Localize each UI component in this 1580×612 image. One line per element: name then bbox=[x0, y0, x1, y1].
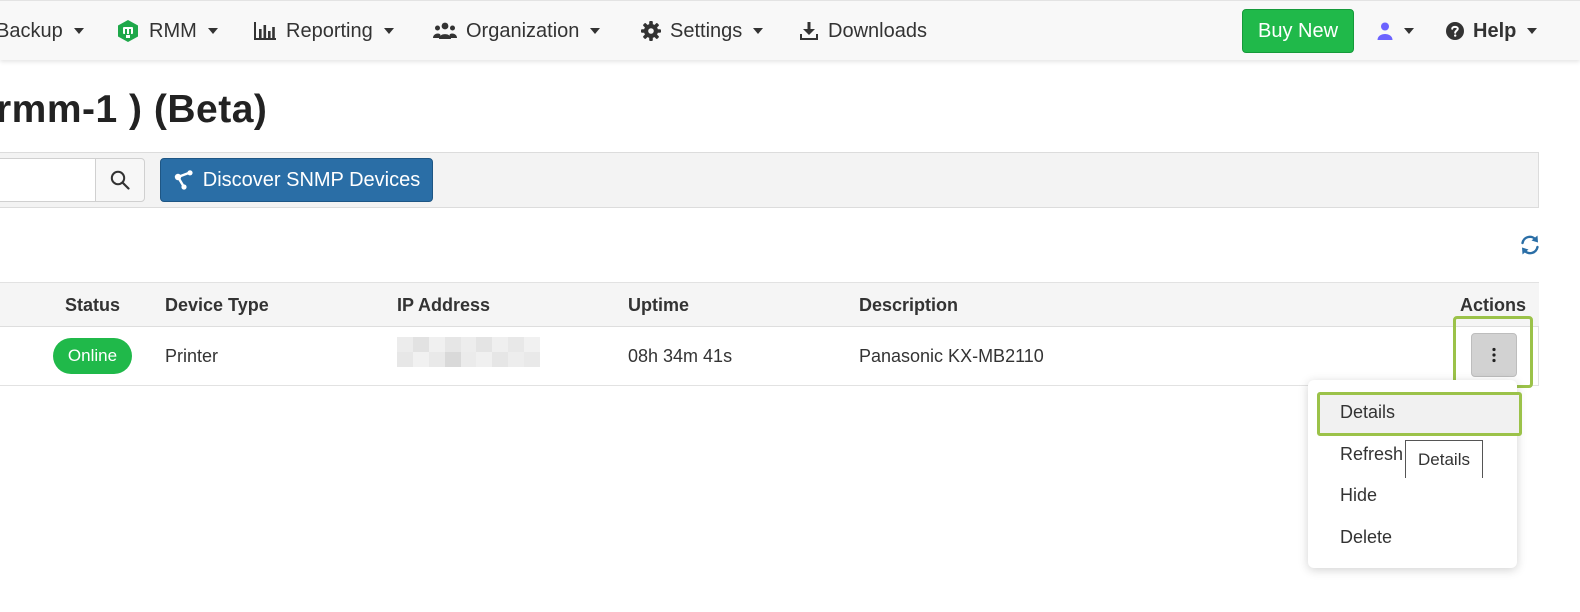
caret-down-icon bbox=[207, 28, 218, 34]
caret-down-icon bbox=[73, 28, 84, 34]
nav-help[interactable]: Help bbox=[1446, 1, 1538, 61]
table-header: Status Device Type IP Address Uptime Des… bbox=[0, 282, 1539, 327]
ip-address-redacted bbox=[397, 337, 540, 367]
page-title: rmm-1 ) (Beta) bbox=[0, 88, 268, 131]
menu-item-details[interactable]: Details bbox=[1340, 394, 1395, 430]
nav-help-label: Help bbox=[1473, 19, 1517, 42]
rmm-icon bbox=[116, 19, 140, 43]
caret-down-icon bbox=[1404, 28, 1414, 34]
users-icon bbox=[433, 21, 457, 41]
column-header-status[interactable]: Status bbox=[65, 283, 120, 328]
nav-reporting[interactable]: Reporting bbox=[253, 1, 394, 61]
column-header-description[interactable]: Description bbox=[859, 283, 958, 328]
nav-organization-label: Organization bbox=[466, 19, 580, 42]
menu-item-refresh[interactable]: Refresh bbox=[1340, 436, 1403, 472]
bar-chart-icon bbox=[253, 21, 277, 41]
ellipsis-vertical-icon bbox=[1492, 347, 1496, 363]
table-row: Printer 08h 34m 41s Panasonic KX-MB2110 bbox=[0, 327, 1539, 386]
status-badge: Online bbox=[53, 338, 132, 374]
discover-snmp-devices-button[interactable]: Discover SNMP Devices bbox=[160, 158, 433, 202]
refresh-icon[interactable] bbox=[1519, 234, 1541, 261]
caret-down-icon bbox=[590, 28, 601, 34]
caret-down-icon bbox=[1527, 28, 1538, 34]
nav-settings[interactable]: Settings bbox=[641, 1, 764, 61]
caret-down-icon bbox=[383, 28, 394, 34]
gear-icon bbox=[641, 21, 661, 41]
top-navbar: Backup RMM Reporting Organization Settin… bbox=[0, 0, 1580, 60]
search-input[interactable] bbox=[0, 158, 96, 202]
device-type-cell: Printer bbox=[165, 346, 219, 366]
search-button[interactable] bbox=[95, 158, 145, 202]
download-icon bbox=[799, 21, 819, 41]
question-circle-icon bbox=[1446, 22, 1464, 40]
nav-backup[interactable]: Backup bbox=[0, 1, 84, 61]
tooltip: Details bbox=[1405, 440, 1483, 478]
nav-backup-label: Backup bbox=[0, 19, 63, 42]
share-nodes-icon bbox=[173, 170, 193, 190]
nav-rmm[interactable]: RMM bbox=[116, 1, 218, 61]
nav-downloads-label: Downloads bbox=[828, 19, 927, 42]
uptime-cell: 08h 34m 41s bbox=[628, 346, 733, 366]
discover-snmp-devices-label: Discover SNMP Devices bbox=[202, 168, 421, 191]
nav-rmm-label: RMM bbox=[149, 19, 197, 42]
menu-item-delete[interactable]: Delete bbox=[1340, 519, 1392, 555]
menu-item-hide[interactable]: Hide bbox=[1340, 477, 1377, 513]
user-icon bbox=[1377, 22, 1393, 40]
caret-down-icon bbox=[753, 28, 764, 34]
row-actions-button[interactable] bbox=[1471, 333, 1517, 377]
nav-reporting-label: Reporting bbox=[286, 19, 373, 42]
column-header-ip-address[interactable]: IP Address bbox=[397, 283, 490, 328]
column-header-uptime[interactable]: Uptime bbox=[628, 283, 689, 328]
nav-settings-label: Settings bbox=[670, 19, 743, 42]
nav-organization[interactable]: Organization bbox=[433, 1, 601, 61]
buy-new-button[interactable]: Buy New bbox=[1242, 9, 1354, 53]
column-header-device-type[interactable]: Device Type bbox=[165, 283, 269, 328]
nav-downloads[interactable]: Downloads bbox=[799, 1, 927, 61]
user-menu[interactable] bbox=[1377, 1, 1414, 61]
search-icon bbox=[110, 170, 130, 190]
description-cell: Panasonic KX-MB2110 bbox=[859, 346, 1044, 366]
